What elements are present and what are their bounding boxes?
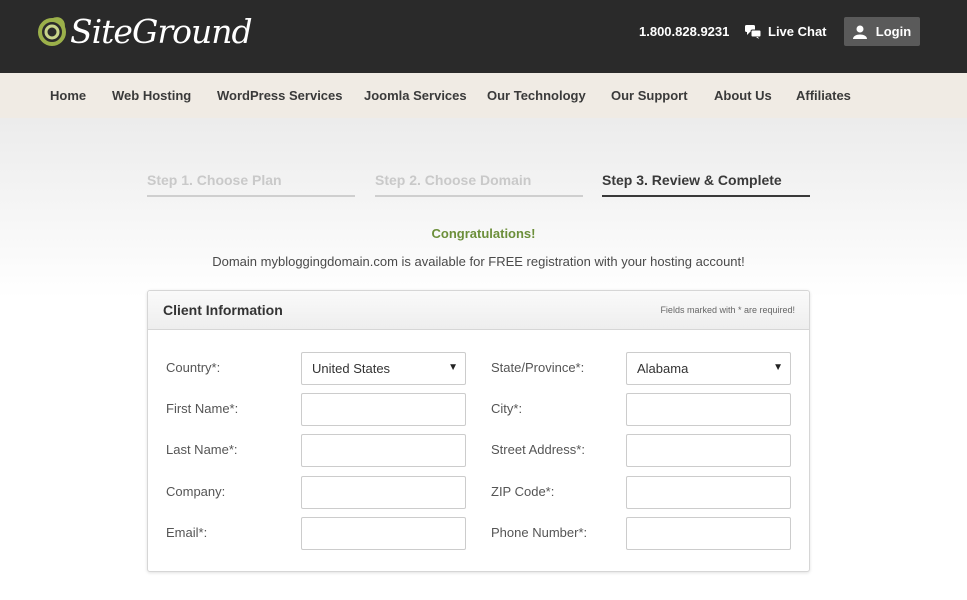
domain-available-message: Domain mybloggingdomain.com is available… (212, 254, 745, 269)
email-label: Email*: (166, 525, 208, 540)
nav-item-our-technology[interactable]: Our Technology (487, 88, 586, 104)
user-icon (852, 25, 867, 39)
phone-number-field[interactable] (626, 517, 791, 550)
country-label: Country*: (166, 360, 221, 375)
zip-code-field[interactable] (626, 476, 791, 509)
live-chat-link[interactable]: Live Chat (745, 22, 827, 41)
logo-text: SiteGround (70, 12, 253, 51)
panel-title: Client Information (163, 302, 283, 318)
live-chat-label: Live Chat (768, 24, 827, 39)
nav-item-joomla-services[interactable]: Joomla Services (364, 88, 467, 104)
login-button[interactable]: Login (844, 17, 920, 46)
state-label: State/Province*: (491, 360, 585, 375)
city-label: City*: (491, 401, 523, 416)
required-note: Fields marked with * are required! (660, 305, 795, 315)
company-field[interactable] (301, 476, 466, 509)
nav-item-wordpress-services[interactable]: WordPress Services (217, 88, 343, 104)
nav-item-web-hosting[interactable]: Web Hosting (112, 88, 191, 104)
street-address-field[interactable] (626, 434, 791, 467)
main-nav: Home Web Hosting WordPress Services Joom… (0, 73, 967, 118)
phone-number: 1.800.828.9231 (639, 24, 730, 39)
email-field[interactable] (301, 517, 466, 550)
state-value: Alabama (637, 361, 689, 376)
chevron-down-icon: ▼ (448, 362, 458, 373)
last-name-field[interactable] (301, 434, 466, 467)
phone-number-label: Phone Number*: (491, 525, 588, 540)
background-band (0, 118, 967, 298)
panel-header: Client Information Fields marked with * … (148, 291, 809, 330)
nav-item-home[interactable]: Home (50, 88, 86, 104)
first-name-label: First Name*: (166, 401, 239, 416)
step-review-complete: Step 3. Review & Complete (602, 172, 810, 197)
nav-item-affiliates[interactable]: Affiliates (796, 88, 851, 104)
top-header: SiteGround 1.800.828.9231 Live Chat Logi… (0, 0, 967, 73)
siteground-swirl-icon (38, 17, 66, 46)
nav-item-about-us[interactable]: About Us (714, 88, 772, 104)
chat-bubbles-icon (745, 24, 761, 39)
country-select[interactable]: United States ▼ (301, 352, 466, 385)
congrats-message: Congratulations! (431, 226, 536, 241)
city-field[interactable] (626, 393, 791, 426)
step-choose-domain[interactable]: Step 2. Choose Domain (375, 172, 583, 197)
company-label: Company: (166, 484, 226, 499)
last-name-label: Last Name*: (166, 442, 238, 457)
chevron-down-icon: ▼ (773, 362, 783, 373)
street-address-label: Street Address*: (491, 442, 585, 457)
zip-code-label: ZIP Code*: (491, 484, 555, 499)
first-name-field[interactable] (301, 393, 466, 426)
site-logo[interactable]: SiteGround (38, 12, 253, 52)
nav-item-our-support[interactable]: Our Support (611, 88, 688, 104)
step-choose-plan[interactable]: Step 1. Choose Plan (147, 172, 355, 197)
client-info-panel: Client Information Fields marked with * … (147, 290, 810, 572)
state-select[interactable]: Alabama ▼ (626, 352, 791, 385)
login-label: Login (875, 24, 912, 39)
country-value: United States (312, 361, 391, 376)
